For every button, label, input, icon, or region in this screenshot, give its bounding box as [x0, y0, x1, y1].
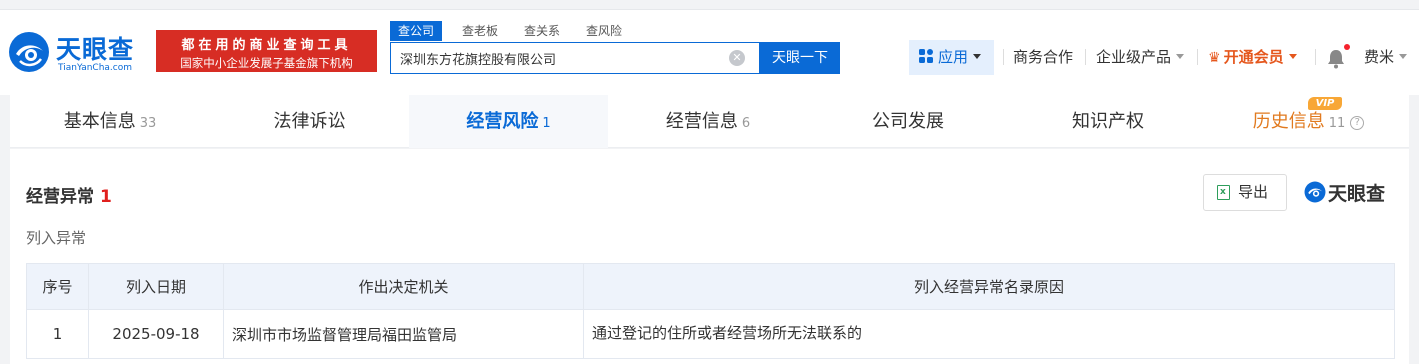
column-header-authority: 作出决定机关: [223, 263, 584, 310]
section-subtitle: 列入异常: [26, 229, 87, 247]
search-tab-boss[interactable]: 查老板: [462, 21, 498, 41]
column-header-date: 列入日期: [88, 263, 224, 310]
cell-authority[interactable]: 深圳市市场监督管理局福田监管局: [223, 309, 584, 359]
notification-dot: [1344, 44, 1350, 50]
tab-company-development[interactable]: 公司发展: [808, 95, 1008, 148]
tab-intellectual-property[interactable]: 知识产权: [1008, 95, 1208, 148]
user-menu[interactable]: 费米: [1364, 40, 1408, 75]
vip-badge: VIP: [1308, 97, 1342, 110]
tab-operation-info[interactable]: 经营信息 6: [608, 95, 808, 148]
excel-icon: [1217, 175, 1230, 210]
help-icon[interactable]: ?: [1350, 116, 1365, 130]
search-button[interactable]: 天眼一下: [760, 42, 840, 74]
user-name: 费米: [1364, 48, 1395, 66]
bell-icon[interactable]: [1326, 47, 1346, 69]
column-header-index: 序号: [26, 263, 89, 310]
section-title-text: 经营异常: [26, 187, 94, 207]
nav-divider: [1085, 49, 1086, 65]
nav-enterprise-label: 企业级产品: [1096, 48, 1172, 66]
slogan-line2: 国家中小企业发展子基金旗下机构: [180, 56, 353, 70]
search-tab-relation[interactable]: 查关系: [524, 21, 560, 41]
nav-enterprise[interactable]: 企业级产品: [1096, 40, 1185, 75]
tab-label: 经营风险: [466, 111, 539, 132]
logo-eye-icon: [9, 32, 49, 72]
site-header: 天眼查 TianYanCha.com 都在用的商业查询工具 国家中小企业发展子基…: [0, 10, 1419, 95]
brand-watermark: 天眼查: [1304, 179, 1396, 207]
cell-date: 2025-09-18: [88, 309, 224, 359]
crown-icon: ♛: [1208, 50, 1221, 66]
site-logo[interactable]: 天眼查 TianYanCha.com: [8, 30, 153, 80]
brand-text: 天眼查: [1328, 183, 1386, 205]
tab-operational-risk[interactable]: 经营风险 1: [409, 95, 608, 148]
chevron-down-icon: [1399, 54, 1408, 59]
tab-label: 经营信息: [665, 111, 738, 132]
tab-basic-info[interactable]: 基本信息 33: [10, 95, 210, 148]
top-strip: [0, 0, 1419, 10]
tab-label: 公司发展: [872, 111, 944, 132]
column-header-reason: 列入经营异常名录原因: [583, 263, 1395, 310]
clear-icon[interactable]: ✕: [729, 50, 745, 66]
cell-index: 1: [26, 309, 89, 359]
logo-text: 天眼查: [56, 35, 135, 64]
tab-count: 6: [741, 116, 751, 131]
nav-divider: [1315, 49, 1316, 65]
cell-reason: 通过登记的住所或者经营场所无法联系的: [583, 309, 1395, 359]
chevron-down-icon: [1288, 54, 1297, 59]
logo-domain: TianYanCha.com: [58, 63, 133, 73]
chevron-down-icon: [1176, 54, 1185, 59]
table-row: 1 2025-09-18 深圳市市场监督管理局福田监管局 通过登记的住所或者经营…: [26, 309, 1395, 359]
nav-divider: [1003, 49, 1004, 65]
search-box: ✕: [390, 42, 760, 74]
tab-label: 历史信息: [1252, 111, 1325, 132]
slogan-banner: 都在用的商业查询工具 国家中小企业发展子基金旗下机构: [156, 30, 377, 72]
tab-count: 11: [1328, 116, 1346, 131]
nav-vip-label: 开通会员: [1223, 48, 1284, 66]
company-tabs: 基本信息 33 法律诉讼 经营风险 1 经营信息 6 公司发展 知识产权 历史信息 11…: [10, 95, 1409, 148]
tab-label: 基本信息: [63, 111, 136, 132]
table-header-row: 序号 列入日期 作出决定机关 列入经营异常名录原因: [26, 263, 1395, 310]
apps-grid-icon: [919, 49, 933, 63]
search-input[interactable]: [391, 43, 721, 73]
logo-eye-icon: [1304, 181, 1326, 203]
tab-count: 33: [139, 116, 157, 131]
chevron-down-icon: [973, 54, 982, 59]
nav-business[interactable]: 商务合作: [1013, 40, 1073, 75]
slogan-line1: 都在用的商业查询工具: [181, 38, 352, 53]
export-label: 导出: [1238, 183, 1269, 201]
search-tab-company[interactable]: 查公司: [390, 21, 443, 41]
tab-count: 1: [542, 116, 551, 131]
tab-litigation[interactable]: 法律诉讼: [210, 95, 409, 148]
abnormal-operation-panel: 经营异常 1 列入异常 导出 天眼查 序号 列入日期 作出决定机关 列入经营异常名…: [10, 149, 1409, 364]
search-tab-risk[interactable]: 查风险: [586, 21, 622, 41]
tab-label: 知识产权: [1072, 111, 1144, 132]
apps-menu[interactable]: 应用: [909, 40, 994, 75]
tab-label: 法律诉讼: [273, 111, 346, 132]
abnormal-operation-table: 序号 列入日期 作出决定机关 列入经营异常名录原因 1 2025-09-18 深…: [26, 263, 1395, 359]
nav-divider: [1197, 49, 1198, 65]
section-title: 经营异常 1: [26, 182, 112, 207]
export-button[interactable]: 导出: [1203, 174, 1287, 211]
nav-vip[interactable]: ♛ 开通会员: [1208, 40, 1297, 75]
apps-label: 应用: [938, 48, 969, 66]
section-count: 1: [100, 187, 112, 207]
